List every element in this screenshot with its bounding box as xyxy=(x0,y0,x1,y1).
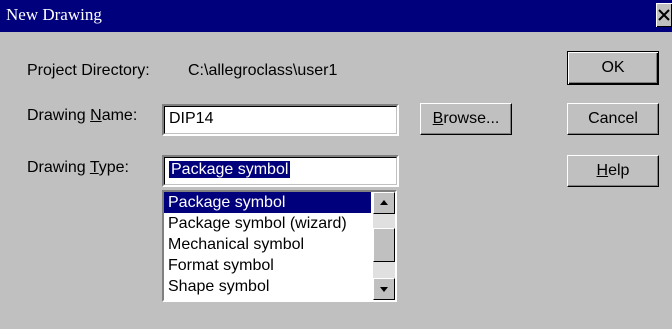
list-item-mechanical-symbol[interactable]: Mechanical symbol xyxy=(164,234,371,255)
list-item-package-symbol[interactable]: Package symbol xyxy=(164,192,371,213)
new-drawing-dialog: New Drawing Project Directory: C:\allegr… xyxy=(0,0,672,329)
drawing-name-label: Drawing Name: xyxy=(27,107,138,124)
drawing-type-field: Package symbol xyxy=(164,157,397,185)
title-bar[interactable]: New Drawing xyxy=(0,0,672,32)
drawing-name-input[interactable]: DIP14 xyxy=(162,104,399,136)
close-icon xyxy=(658,9,670,21)
scroll-down-button[interactable] xyxy=(373,278,395,300)
drawing-type-options: Package symbol Package symbol (wizard) M… xyxy=(164,192,371,297)
drawing-type-input[interactable]: Package symbol xyxy=(162,155,399,187)
project-directory-value: C:\allegroclass\user1 xyxy=(188,62,338,79)
help-button[interactable]: Help xyxy=(567,155,659,187)
arrow-up-icon xyxy=(380,200,388,205)
cancel-button[interactable]: Cancel xyxy=(567,103,659,135)
scroll-thumb[interactable] xyxy=(373,228,395,262)
arrow-down-icon xyxy=(380,287,388,292)
scroll-up-button[interactable] xyxy=(373,192,395,214)
browse-button[interactable]: Browse... xyxy=(420,103,512,135)
project-directory-label: Project Directory: xyxy=(27,62,150,79)
close-button[interactable] xyxy=(656,3,672,27)
window-title: New Drawing xyxy=(6,5,102,24)
ok-button[interactable]: OK xyxy=(567,51,659,85)
list-item-package-symbol-wizard[interactable]: Package symbol (wizard) xyxy=(164,213,371,234)
list-scrollbar[interactable] xyxy=(373,192,395,300)
drawing-type-list[interactable]: Package symbol Package symbol (wizard) M… xyxy=(162,190,397,302)
drawing-name-value[interactable]: DIP14 xyxy=(164,106,397,134)
list-item-shape-symbol[interactable]: Shape symbol xyxy=(164,276,371,297)
drawing-type-value[interactable]: Package symbol xyxy=(169,161,291,178)
drawing-type-label: Drawing Type: xyxy=(27,159,129,176)
list-item-format-symbol[interactable]: Format symbol xyxy=(164,255,371,276)
